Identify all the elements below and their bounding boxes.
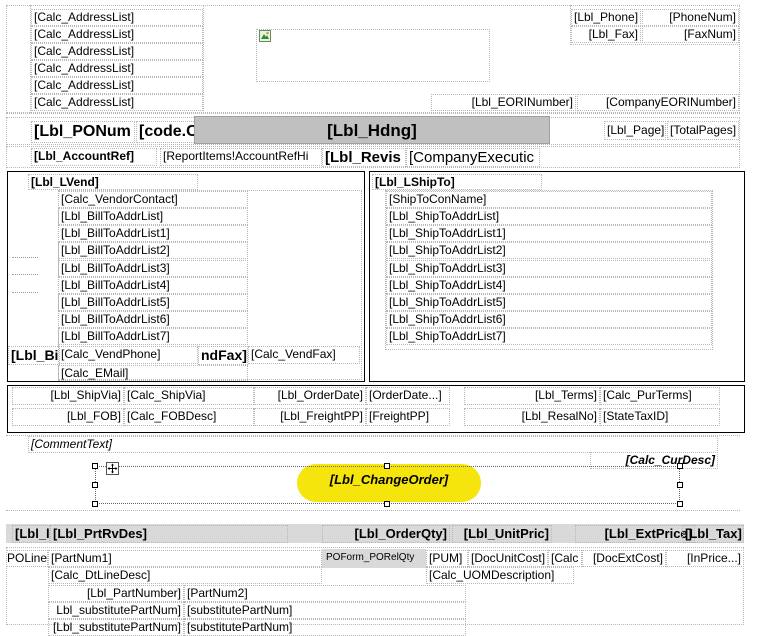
bill-to-addr-field[interactable]: [Lbl_BillToAddrList] bbox=[58, 208, 248, 225]
lbl-ponum: [Lbl_PONum bbox=[31, 121, 135, 143]
doc-ext-cost-field[interactable]: [DocExtCost] bbox=[582, 550, 666, 567]
lbl-tax-header: [Lbl_Tax] bbox=[682, 525, 744, 543]
logo-image-box[interactable] bbox=[256, 29, 490, 82]
doc-unit-cost-field[interactable]: [DocUnitCost] bbox=[468, 550, 548, 567]
lbl-eori-number: [Lbl_EORINumber] bbox=[431, 94, 576, 111]
bill-to-addr-field[interactable]: [Lbl_BillToAddrList5] bbox=[58, 294, 248, 311]
bill-to-addr-field[interactable]: [Lbl_BillToAddrList1] bbox=[58, 225, 248, 242]
calc-short-field[interactable]: [Calc bbox=[548, 550, 582, 567]
resize-handle[interactable] bbox=[92, 463, 98, 469]
vend-fax-field[interactable]: [Calc_VendFax] bbox=[248, 346, 360, 364]
lbl-terms: [Lbl_Terms] bbox=[464, 387, 600, 405]
lbl-heading[interactable]: [Lbl_Hdng] bbox=[194, 116, 550, 144]
pum-field[interactable]: [PUM] bbox=[426, 550, 468, 567]
calc-ship-via-field[interactable]: [Calc_ShipVia] bbox=[124, 387, 254, 405]
band-divider bbox=[6, 510, 740, 511]
lbl-unit-price-header: [Lbl_UnitPric] bbox=[452, 525, 552, 543]
ship-to-con-name-field[interactable]: [ShipToConName] bbox=[386, 191, 712, 208]
resize-handle[interactable] bbox=[677, 482, 683, 488]
bill-to-addr-field[interactable]: [Lbl_BillToAddrList3] bbox=[58, 260, 248, 277]
address-list-field[interactable]: [Calc_AddressList] bbox=[31, 43, 203, 60]
ship-to-addr-field[interactable]: [Lbl_ShipToAddrList3] bbox=[386, 260, 712, 277]
vend-phone-field[interactable]: [Calc_VendPhone] bbox=[58, 346, 198, 364]
image-placeholder-icon bbox=[259, 30, 271, 42]
lbl-change-order[interactable]: [Lbl_ChangeOrder] bbox=[297, 472, 481, 490]
ship-to-addr-field[interactable]: [Lbl_ShipToAddrList] bbox=[386, 208, 712, 225]
lbl-part-number: [Lbl_PartNumber] bbox=[48, 585, 184, 602]
ship-to-addr-field[interactable]: [Lbl_ShipToAddrList6] bbox=[386, 311, 712, 328]
ship-to-addr-field[interactable]: [Lbl_ShipToAddrList2] bbox=[386, 242, 712, 259]
freight-pp-field[interactable]: [FreightPP] bbox=[366, 408, 450, 426]
bill-to-addr-field[interactable]: [Lbl_BillToAddrList4] bbox=[58, 277, 248, 294]
lbl-order-qty-header: [Lbl_OrderQty] bbox=[322, 525, 450, 543]
address-list-field[interactable]: [Calc_AddressList] bbox=[31, 9, 203, 26]
move-handle-icon[interactable] bbox=[106, 462, 119, 475]
lbl-lshipto: [Lbl_LShipTo] bbox=[372, 174, 542, 190]
lbl-lvend: [Lbl_LVend] bbox=[28, 174, 198, 190]
bill-to-addr-field[interactable]: [Lbl_BillToAddrList2] bbox=[58, 242, 248, 259]
part-num2-field[interactable]: [PartNum2] bbox=[184, 585, 466, 602]
part-num1-field[interactable]: [PartNum1] bbox=[48, 550, 322, 567]
address-list-field[interactable]: [Calc_AddressList] bbox=[31, 60, 203, 77]
calc-pur-terms-field[interactable]: [Calc_PurTerms] bbox=[600, 387, 720, 405]
lbl-resal-no: [Lbl_ResalNo] bbox=[464, 408, 600, 426]
po-rel-qty-field[interactable]: POForm_PORelQty bbox=[322, 549, 426, 568]
lbl-order-date: [Lbl_OrderDate] bbox=[254, 387, 366, 405]
company-exec-field[interactable]: [CompanyExecutic bbox=[406, 148, 540, 167]
substitute-part-num-field-2[interactable]: [substitutePartNum] bbox=[184, 619, 466, 636]
account-ref-expression[interactable]: [ReportItems!AccountRefHi bbox=[160, 148, 322, 166]
lbl-bill-to: [Lbl_Bi bbox=[8, 346, 60, 365]
lbl-vend-fax: ndFax] bbox=[198, 346, 248, 365]
calc-fob-desc-field[interactable]: [Calc_FOBDesc] bbox=[124, 408, 254, 426]
resize-handle[interactable] bbox=[92, 501, 98, 507]
guide-mark bbox=[12, 292, 38, 293]
guide-mark bbox=[12, 257, 38, 258]
bill-to-addr-field[interactable]: [Lbl_BillToAddrList6] bbox=[58, 311, 248, 328]
ship-to-addr-field[interactable]: [Lbl_ShipToAddrList7] bbox=[386, 328, 712, 345]
phone-num-field[interactable]: [PhoneNum] bbox=[642, 9, 739, 26]
lbl-part-rev-desc-header: [Lbl_PrtRvDes] bbox=[50, 525, 288, 543]
lbl-substitute-part-num-2: [Lbl_substitutePartNum] bbox=[48, 619, 184, 636]
lbl-fax: [Lbl_Fax] bbox=[571, 26, 641, 43]
lbl-ext-price-header: [Lbl_ExtPrice] bbox=[575, 525, 695, 543]
address-list-field[interactable]: [Calc_AddressList] bbox=[31, 94, 203, 111]
fax-num-field[interactable]: [FaxNum] bbox=[642, 26, 739, 43]
uom-description-field[interactable]: [Calc_UOMDescription] bbox=[426, 567, 574, 584]
lbl-phone: [Lbl_Phone] bbox=[571, 9, 641, 26]
substitute-part-num-field[interactable]: [substitutePartNum] bbox=[184, 602, 466, 619]
order-date-field[interactable]: [OrderDate...] bbox=[366, 387, 450, 405]
email-field[interactable]: [Calc_EMail] bbox=[58, 365, 248, 381]
lbl-line-header: [Lbl_l bbox=[12, 525, 50, 543]
ship-to-addr-field[interactable]: [Lbl_ShipToAddrList4] bbox=[386, 277, 712, 294]
company-eori-field[interactable]: [CompanyEORINumber] bbox=[577, 94, 739, 111]
lbl-revision: [Lbl_Revis bbox=[322, 148, 406, 167]
bill-to-addr-field[interactable]: [Lbl_BillToAddrList7] bbox=[58, 328, 248, 345]
resize-handle[interactable] bbox=[384, 501, 390, 507]
lbl-fob: [Lbl_FOB] bbox=[12, 408, 124, 426]
lbl-freight-pp: [Lbl_FreightPP] bbox=[254, 408, 366, 426]
resize-handle[interactable] bbox=[92, 482, 98, 488]
in-price-field[interactable]: [InPrice...] bbox=[666, 550, 744, 567]
address-list-field[interactable]: [Calc_AddressList] bbox=[31, 77, 203, 94]
band-divider bbox=[6, 113, 740, 114]
state-tax-id-field[interactable]: [StateTaxID] bbox=[600, 408, 720, 426]
resize-handle[interactable] bbox=[677, 501, 683, 507]
lbl-account-ref: [Lbl_AccountRef] bbox=[31, 148, 157, 166]
ship-to-addr-field[interactable]: [Lbl_ShipToAddrList1] bbox=[386, 225, 712, 242]
guide-mark bbox=[12, 274, 38, 275]
resize-handle[interactable] bbox=[677, 463, 683, 469]
lbl-substitute-part-num: Lbl_substitutePartNum] bbox=[48, 602, 184, 619]
dt-line-desc-field[interactable]: [Calc_DtLineDesc] bbox=[48, 567, 322, 584]
po-line-field[interactable]: POLine bbox=[6, 550, 48, 567]
lbl-ship-via: [Lbl_ShipVia] bbox=[12, 387, 124, 405]
address-list-field[interactable]: [Calc_AddressList] bbox=[31, 26, 203, 43]
total-pages-field[interactable]: [TotalPages] bbox=[667, 121, 739, 140]
ship-to-addr-field[interactable]: [Lbl_ShipToAddrList5] bbox=[386, 294, 712, 311]
comment-text-field[interactable]: [CommentText] bbox=[28, 436, 718, 453]
lbl-page: [Lbl_Page] bbox=[604, 121, 666, 140]
resize-handle[interactable] bbox=[384, 463, 390, 469]
vendor-contact-field[interactable]: [Calc_VendorContact] bbox=[58, 191, 248, 208]
